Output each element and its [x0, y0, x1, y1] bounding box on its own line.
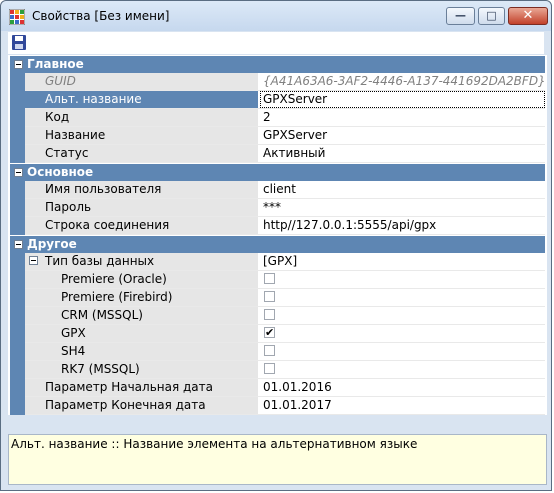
- property-value: [GPX]: [263, 254, 298, 268]
- property-name: Код: [45, 110, 70, 124]
- property-name: GUID: [45, 74, 76, 88]
- property-row[interactable]: Параметр Начальная дата 01.01.2016: [10, 379, 545, 397]
- property-name: GPX: [61, 326, 86, 340]
- close-button[interactable]: ✕: [508, 7, 548, 25]
- property-name: Название: [45, 128, 106, 142]
- checkbox[interactable]: [264, 309, 275, 320]
- property-row-expandable[interactable]: Тип базы данных [GPX]: [10, 253, 545, 271]
- window-title: Свойства [Без имени]: [32, 9, 170, 23]
- property-name: Статус: [45, 146, 89, 160]
- description-panel: Альт. название :: Название элемента на а…: [8, 434, 547, 485]
- property-name: Параметр Начальная дата: [45, 380, 213, 394]
- property-name: Тип базы данных: [45, 254, 155, 268]
- property-value: 01.01.2016: [263, 380, 332, 394]
- property-row[interactable]: Premiere (Firebird): [10, 289, 545, 307]
- property-name: Premiere (Firebird): [61, 290, 173, 304]
- property-name: Premiere (Oracle): [61, 272, 167, 286]
- property-value: GPXServer: [263, 92, 328, 106]
- title-bar: Свойства [Без имени] — □ ✕: [1, 1, 551, 31]
- property-row[interactable]: Пароль ***: [10, 199, 545, 217]
- category-main[interactable]: Главное: [10, 56, 545, 73]
- minimize-button[interactable]: —: [446, 7, 475, 25]
- property-name: Параметр Конечная дата: [45, 398, 206, 412]
- property-value: ***: [263, 200, 281, 214]
- checkbox[interactable]: [264, 291, 275, 302]
- property-row[interactable]: CRM (MSSQL): [10, 307, 545, 325]
- save-icon[interactable]: [12, 35, 26, 50]
- property-name: Имя пользователя: [45, 182, 162, 196]
- collapse-icon[interactable]: [14, 240, 23, 249]
- property-row[interactable]: Имя пользователя client: [10, 181, 545, 199]
- properties-window: Свойства [Без имени] — □ ✕ Главное GUID {…: [0, 0, 552, 491]
- property-row[interactable]: Код 2: [10, 109, 545, 127]
- collapse-icon[interactable]: [14, 60, 23, 69]
- property-value: 01.01.2017: [263, 398, 332, 412]
- property-value: client: [263, 182, 296, 196]
- property-name: CRM (MSSQL): [61, 308, 143, 322]
- property-row[interactable]: Строка соединения http//127.0.0.1:5555/ap…: [10, 217, 545, 235]
- minimize-icon: —: [455, 9, 466, 22]
- property-row[interactable]: GUID {A41A63A6-3AF2-4446-A137-441692DA2BF…: [10, 73, 546, 91]
- property-row[interactable]: RK7 (MSSQL): [10, 361, 545, 379]
- collapse-icon[interactable]: [29, 256, 38, 265]
- maximize-icon: □: [486, 9, 497, 22]
- checkbox[interactable]: [264, 345, 275, 356]
- property-row[interactable]: Название GPXServer: [10, 127, 545, 145]
- property-row[interactable]: GPX ✔: [10, 325, 545, 343]
- property-name: SH4: [61, 344, 86, 358]
- property-row[interactable]: Статус Активный: [10, 145, 545, 163]
- property-row[interactable]: Premiere (Oracle): [10, 271, 545, 289]
- property-value-editor[interactable]: GPXServer: [260, 91, 545, 108]
- property-row-selected[interactable]: Альт. название GPXServer: [10, 91, 545, 109]
- property-name: Пароль: [45, 200, 92, 214]
- property-row[interactable]: SH4: [10, 343, 545, 361]
- property-row[interactable]: Параметр Конечная дата 01.01.2017: [10, 397, 545, 415]
- property-value: 2: [263, 110, 271, 124]
- property-name: Альт. название: [45, 92, 142, 106]
- property-value: GPXServer: [263, 128, 328, 142]
- category-basic[interactable]: Основное: [10, 164, 545, 181]
- toolbar: [8, 32, 544, 54]
- checkbox[interactable]: [264, 363, 275, 374]
- app-table-icon: [9, 9, 25, 25]
- checkbox-checked[interactable]: ✔: [264, 327, 275, 338]
- property-name: RK7 (MSSQL): [61, 362, 140, 376]
- property-value: Активный: [263, 146, 326, 160]
- description-text: Альт. название :: Название элемента на а…: [11, 437, 418, 451]
- close-icon: ✕: [522, 8, 534, 23]
- maximize-button[interactable]: □: [478, 7, 505, 25]
- checkbox[interactable]: [264, 273, 275, 284]
- property-value: {A41A63A6-3AF2-4446-A137-441692DA2BFD}: [263, 74, 546, 88]
- property-name: Строка соединения: [45, 218, 170, 232]
- category-other[interactable]: Другое: [10, 236, 545, 253]
- property-grid: Главное GUID {A41A63A6-3AF2-4446-A137-441…: [8, 55, 547, 415]
- property-value: http//127.0.0.1:5555/api/gpx: [263, 218, 437, 232]
- collapse-icon[interactable]: [14, 168, 23, 177]
